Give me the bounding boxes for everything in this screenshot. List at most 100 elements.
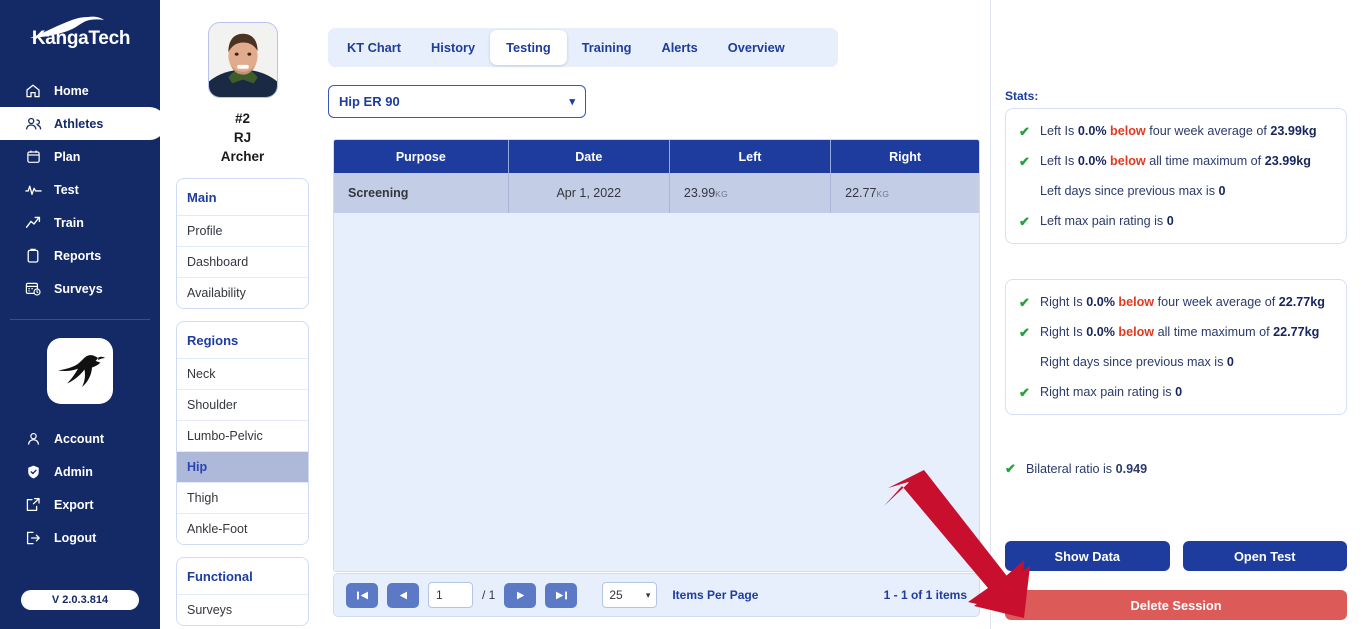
sidebar-item-label: Test <box>54 182 79 197</box>
panel-main: Main Profile Dashboard Availability <box>176 178 309 309</box>
clipboard-icon <box>24 247 42 265</box>
stat-line: ✔ Right Is 0.0% below four week average o… <box>1019 295 1325 310</box>
brand-logo[interactable]: KangaTech <box>0 0 160 72</box>
athlete-avatar[interactable] <box>207 22 278 98</box>
bilateral-ratio-line: ✔ Bilateral ratio is 0.949 <box>1005 461 1148 476</box>
main-content: KT Chart History Testing Training Alerts… <box>325 0 990 629</box>
table-row[interactable]: Screening Apr 1, 2022 23.99KG 22.77KG <box>334 173 979 213</box>
col-left[interactable]: Left <box>669 140 832 173</box>
check-icon: ✔ <box>1019 385 1030 400</box>
tab-history[interactable]: History <box>416 28 490 67</box>
sidebar-item-label: Admin <box>54 464 93 479</box>
col-date[interactable]: Date <box>508 140 670 173</box>
first-page-icon <box>356 591 368 599</box>
home-icon <box>24 82 42 100</box>
first-page-button[interactable] <box>346 582 378 608</box>
athlete-last-name: Archer <box>220 149 265 164</box>
sidebar-item-reports[interactable]: Reports <box>0 239 160 272</box>
stat-line: ✔ Left Is 0.0% below all time maximum of … <box>1019 154 1311 169</box>
col-purpose[interactable]: Purpose <box>334 140 509 173</box>
sidebar-item-plan[interactable]: Plan <box>0 140 160 173</box>
panel-item-surveys[interactable]: Surveys <box>177 594 308 625</box>
tab-alerts[interactable]: Alerts <box>646 28 712 67</box>
sessions-table-wrap: Purpose Date Left Right Screening Apr 1,… <box>333 139 980 572</box>
right-value: 22.77 <box>845 186 877 200</box>
check-icon: ✔ <box>1019 154 1030 169</box>
page-size-select[interactable]: 25 ▾ <box>602 582 658 608</box>
panel-item-shoulder[interactable]: Shoulder <box>177 389 308 420</box>
sidebar-item-home[interactable]: Home <box>0 74 160 107</box>
sidebar-item-admin[interactable]: Admin <box>0 455 160 488</box>
panel-functional: Functional Surveys <box>176 557 309 626</box>
sidebar-item-label: Surveys <box>54 281 103 296</box>
prev-page-button[interactable] <box>387 582 419 608</box>
shield-icon <box>24 463 42 481</box>
panel-item-thigh[interactable]: Thigh <box>177 482 308 513</box>
chevron-down-icon: ▾ <box>569 96 575 108</box>
delete-session-button[interactable]: Delete Session <box>1005 590 1347 620</box>
stats-heading: Stats: <box>1005 89 1039 103</box>
last-page-button[interactable] <box>545 582 578 608</box>
tab-kt-chart[interactable]: KT Chart <box>332 28 416 67</box>
tab-training[interactable]: Training <box>567 28 647 67</box>
open-test-button[interactable]: Open Test <box>1182 541 1347 571</box>
right-unit: KG <box>876 189 890 199</box>
stats-card-left: ✔ Left Is 0.0% below four week average of… <box>1005 108 1347 244</box>
version-badge-wrap: V 2.0.3.814 <box>0 590 160 610</box>
panel-item-neck[interactable]: Neck <box>177 358 308 389</box>
item-range-label: 1 - 1 of 1 items <box>883 588 967 602</box>
sessions-table: Purpose Date Left Right Screening Apr 1,… <box>334 140 979 213</box>
check-icon: ✔ <box>1019 124 1030 139</box>
sidebar-item-label: Train <box>54 215 84 230</box>
panel-item-hip[interactable]: Hip <box>177 451 308 482</box>
sidebar-item-label: Athletes <box>54 116 104 131</box>
trend-up-icon <box>24 214 42 232</box>
tab-overview[interactable]: Overview <box>713 28 800 67</box>
sidebar-item-train[interactable]: Train <box>0 206 160 239</box>
next-page-icon <box>516 591 525 599</box>
sidebar-main-nav: Home Athletes Plan Test Train Reports Su… <box>0 74 166 305</box>
person-icon <box>24 430 42 448</box>
stat-line: ✔ Left Is 0.0% below four week average of… <box>1019 124 1317 139</box>
sidebar-item-label: Reports <box>54 248 102 263</box>
stat-line: ✔ Right Is 0.0% below all time maximum of… <box>1019 325 1320 340</box>
tab-testing[interactable]: Testing <box>490 30 567 65</box>
cell-right: 22.77KG <box>830 173 979 213</box>
sidebar-item-surveys[interactable]: Surveys <box>0 272 160 305</box>
chevron-down-icon: ▾ <box>645 589 651 600</box>
check-icon: ✔ <box>1005 461 1016 476</box>
app-root: KangaTech Home Athletes Plan Test Train … <box>0 0 1368 629</box>
athlete-number: #2 <box>234 111 251 126</box>
sidebar-item-athletes[interactable]: Athletes <box>0 107 166 140</box>
panel-item-lumbo-pelvic[interactable]: Lumbo-Pelvic <box>177 420 308 451</box>
kangaroo-mark-icon <box>58 355 105 387</box>
sidebar-item-test[interactable]: Test <box>0 173 160 206</box>
show-data-button[interactable]: Show Data <box>1005 541 1170 571</box>
items-per-page-label: Items Per Page <box>672 588 759 602</box>
people-icon <box>24 115 42 133</box>
sidebar-item-label: Export <box>54 497 94 512</box>
sidebar-item-label: Account <box>54 431 104 446</box>
org-avatar[interactable] <box>47 338 113 404</box>
next-page-button[interactable] <box>504 582 537 608</box>
page-size-value: 25 <box>609 588 623 602</box>
sidebar-item-account[interactable]: Account <box>0 422 160 455</box>
kangaroo-logo-icon <box>29 16 104 38</box>
panel-item-ankle-foot[interactable]: Ankle-Foot <box>177 513 308 544</box>
cell-purpose[interactable]: Screening <box>334 173 509 213</box>
page-number-input[interactable]: 1 <box>428 582 473 608</box>
calendar-icon <box>24 148 42 166</box>
sidebar-item-export[interactable]: Export <box>0 488 160 521</box>
sidebar-divider <box>10 319 150 320</box>
panel-item-profile[interactable]: Profile <box>177 215 308 246</box>
sidebar-item-logout[interactable]: Logout <box>0 521 160 554</box>
athlete-identity: #2 RJ Archer <box>160 109 325 166</box>
panel-item-dashboard[interactable]: Dashboard <box>177 246 308 277</box>
stats-card-right: ✔ Right Is 0.0% below four week average o… <box>1005 279 1347 415</box>
tab-bar: KT Chart History Testing Training Alerts… <box>328 28 838 67</box>
panel-item-availability[interactable]: Availability <box>177 277 308 308</box>
panel-regions: Regions Neck Shoulder Lumbo-Pelvic Hip T… <box>176 321 309 545</box>
col-right[interactable]: Right <box>830 140 979 173</box>
athlete-sidebar: #2 RJ Archer Main Profile Dashboard Avai… <box>160 0 325 629</box>
test-type-select[interactable]: Hip ER 90 ▾ <box>328 85 586 118</box>
